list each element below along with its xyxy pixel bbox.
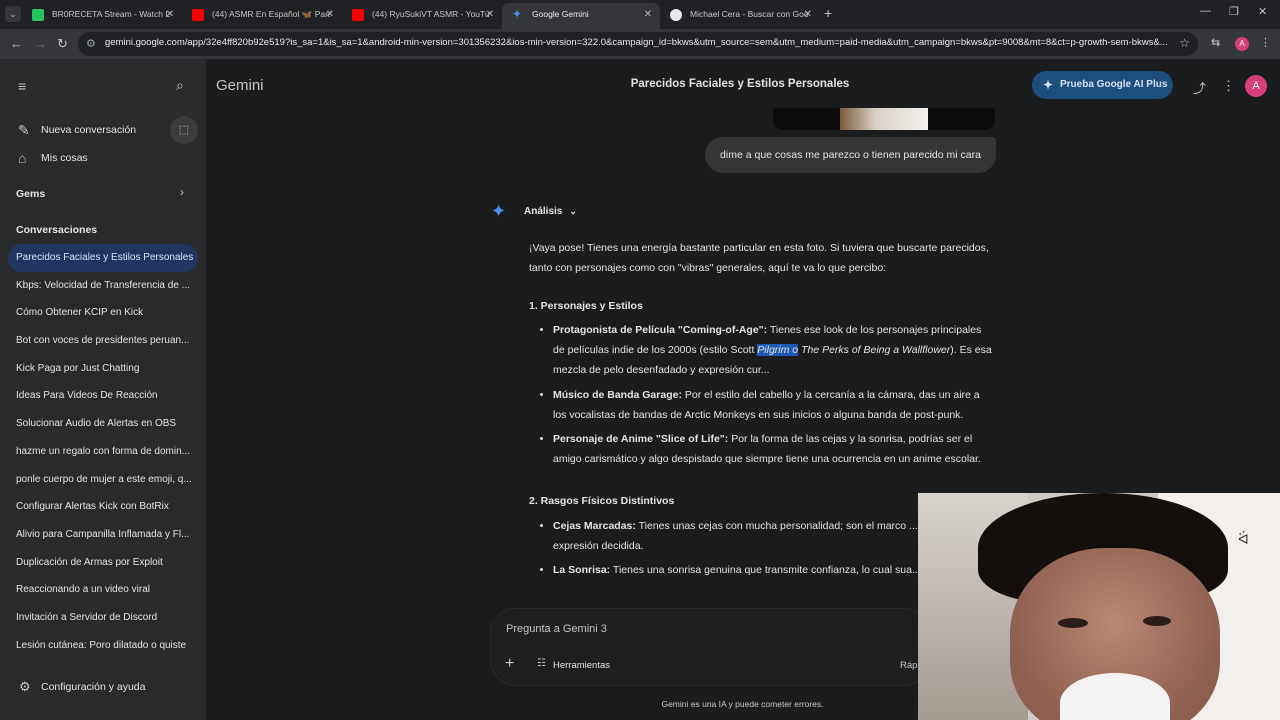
browser-profile-avatar[interactable]: A	[1235, 37, 1249, 51]
conversation-item[interactable]: hazme un regalo con forma de domin...	[0, 438, 198, 466]
temporary-chat-icon[interactable]: ⬚	[170, 116, 198, 144]
browser-tab-bar: ⌄ BR0RECETA Stream - Watch Liv ✕ (44) AS…	[0, 0, 1280, 29]
add-attachment-icon[interactable]: +	[505, 655, 514, 673]
settings-gear-icon[interactable]: ⚙	[19, 679, 31, 695]
kick-favicon-icon	[32, 9, 44, 21]
site-info-icon[interactable]: ⚙	[86, 37, 96, 50]
browser-tab[interactable]: (44) ASMR En Español 🦋 Para ✕	[182, 3, 342, 29]
conversation-title: Parecidos Faciales y Estilos Personales	[630, 78, 850, 90]
edit-icon: ✎	[18, 122, 30, 138]
conversation-item[interactable]: Reaccionando a un video viral	[0, 576, 198, 604]
conversation-item[interactable]: Ideas Para Videos De Reacción	[0, 382, 198, 410]
uploaded-image-thumbnail[interactable]	[773, 108, 995, 130]
response-intro: ¡Vaya pose! Tienes una energía bastante …	[529, 242, 989, 274]
list-item: Protagonista de Película "Coming-of-Age"…	[553, 321, 992, 380]
close-tab-icon[interactable]: ✕	[486, 3, 494, 26]
chevron-down-icon: ⌄	[569, 206, 577, 216]
close-tab-icon[interactable]: ✕	[166, 3, 174, 26]
list-item: Personaje de Anime "Slice of Life": Por …	[553, 430, 992, 470]
search-icon[interactable]: ⌕	[176, 77, 184, 94]
minimize-icon[interactable]: —	[1200, 5, 1211, 17]
section-heading: 1. Personajes y Estilos	[529, 299, 643, 312]
list-item: Músico de Banda Garage: Por el estilo de…	[553, 386, 992, 426]
address-bar[interactable]: ⚙ gemini.google.com/app/32e4ff820b92e519…	[78, 32, 1198, 56]
browser-tab[interactable]: BR0RECETA Stream - Watch Liv ✕	[22, 3, 182, 29]
browser-tab[interactable]: (44) RyuSukiVT ASMR - YouTub ✕	[342, 3, 502, 29]
webcam-overlay: ᐛ	[918, 493, 1280, 720]
gemini-spark-icon: ✦	[491, 201, 507, 221]
close-window-icon[interactable]: ✕	[1258, 5, 1267, 18]
highlighted-text: Pilgrim o	[757, 344, 799, 357]
conversation-item[interactable]: Solucionar Audio de Alertas en OBS	[0, 410, 198, 438]
account-avatar[interactable]: A	[1245, 75, 1267, 97]
conversation-item[interactable]: Lesión cutánea: Poro dilatado o quiste	[0, 632, 198, 660]
conversations-header: Conversaciones	[16, 224, 98, 236]
upgrade-ai-plus-button[interactable]: ✦ Prueba Google AI Plus	[1032, 71, 1173, 99]
youtube-favicon-icon	[352, 9, 364, 21]
analysis-toggle[interactable]: Análisis ⌄	[524, 206, 577, 217]
conversation-item[interactable]: Duplicación de Armas por Exploit	[0, 549, 198, 577]
more-options-icon[interactable]: ⋮	[1222, 78, 1235, 94]
close-tab-icon[interactable]: ✕	[644, 3, 652, 26]
sidebar: ≡ ⌕ ✎ Nueva conversación ⬚ ⌂ Mis cosas G…	[0, 59, 206, 720]
conversation-item[interactable]: Invitación a Servidor de Discord	[0, 604, 198, 632]
conversation-list: Parecidos Faciales y Estilos Personales …	[0, 244, 206, 659]
user-message: dime a que cosas me parezco o tienen par…	[705, 137, 996, 173]
sparkle-icon: ✦	[1043, 78, 1054, 92]
bullet-list: Protagonista de Película "Coming-of-Age"…	[529, 321, 992, 470]
gemini-brand[interactable]: Gemini	[216, 77, 264, 94]
model-mode-selector[interactable]: Rápi	[900, 660, 920, 671]
disclaimer: Gemini es una IA y puede cometer errores…	[661, 699, 824, 709]
chevron-right-icon[interactable]: ›	[180, 185, 184, 199]
youtube-favicon-icon	[192, 9, 204, 21]
reload-icon[interactable]: ↻	[57, 36, 68, 52]
tools-button[interactable]: Herramientas	[553, 660, 610, 671]
browser-menu-icon[interactable]: ⋮	[1260, 36, 1271, 49]
restore-icon[interactable]: ❐	[1229, 5, 1239, 18]
menu-icon[interactable]: ≡	[18, 78, 26, 94]
my-stuff-button[interactable]: Mis cosas	[41, 152, 88, 164]
conversation-item[interactable]: Kbps: Velocidad de Transferencia de ...	[0, 272, 198, 300]
bookmark-star-icon[interactable]: ☆	[1179, 36, 1190, 50]
new-tab-icon[interactable]: +	[824, 5, 832, 21]
conversation-item-active[interactable]: Parecidos Faciales y Estilos Personales	[8, 244, 198, 272]
settings-help-button[interactable]: Configuración y ayuda	[41, 681, 145, 693]
gemini-favicon-icon: ✦	[512, 7, 523, 21]
my-stuff-icon: ⌂	[18, 150, 27, 166]
conversation-item[interactable]: Bot con voces de presidentes peruan...	[0, 327, 198, 355]
tools-icon: ☷	[537, 658, 546, 669]
cast-icon[interactable]: ⇆	[1211, 36, 1220, 49]
prompt-composer[interactable]: Pregunta a Gemini 3 + ☷ Herramientas Ráp…	[490, 608, 930, 686]
share-icon[interactable]: ⤴	[1193, 78, 1206, 97]
google-favicon-icon	[670, 9, 682, 21]
conversation-item[interactable]: Alivio para Campanilla Inflamada y Fl...	[0, 521, 198, 549]
browser-tab[interactable]: Michael Cera - Buscar con Goo ✕	[660, 3, 820, 29]
browser-tab-active[interactable]: ✦ Google Gemini ✕	[502, 3, 660, 29]
browser-toolbar: ← → ↻ ⚙ gemini.google.com/app/32e4ff820b…	[0, 29, 1280, 59]
scroll-fade	[490, 586, 990, 608]
back-icon[interactable]: ←	[10, 36, 23, 51]
close-tab-icon[interactable]: ✕	[326, 3, 334, 26]
tab-search-icon[interactable]: ⌄	[5, 6, 21, 22]
prompt-input[interactable]: Pregunta a Gemini 3	[506, 623, 607, 635]
forward-icon[interactable]: →	[34, 36, 47, 51]
gems-section[interactable]: Gems	[16, 188, 45, 200]
new-chat-button[interactable]: Nueva conversación	[41, 124, 136, 136]
conversation-item[interactable]: Cómo Obtener KCIP en Kick	[0, 299, 198, 327]
conversation-item[interactable]: ponle cuerpo de mujer a este emoji, q...	[0, 466, 198, 494]
close-tab-icon[interactable]: ✕	[804, 3, 812, 26]
conversation-item[interactable]: Configurar Alertas Kick con BotRix	[0, 493, 198, 521]
conversation-item[interactable]: Kick Paga por Just Chatting	[0, 355, 198, 383]
